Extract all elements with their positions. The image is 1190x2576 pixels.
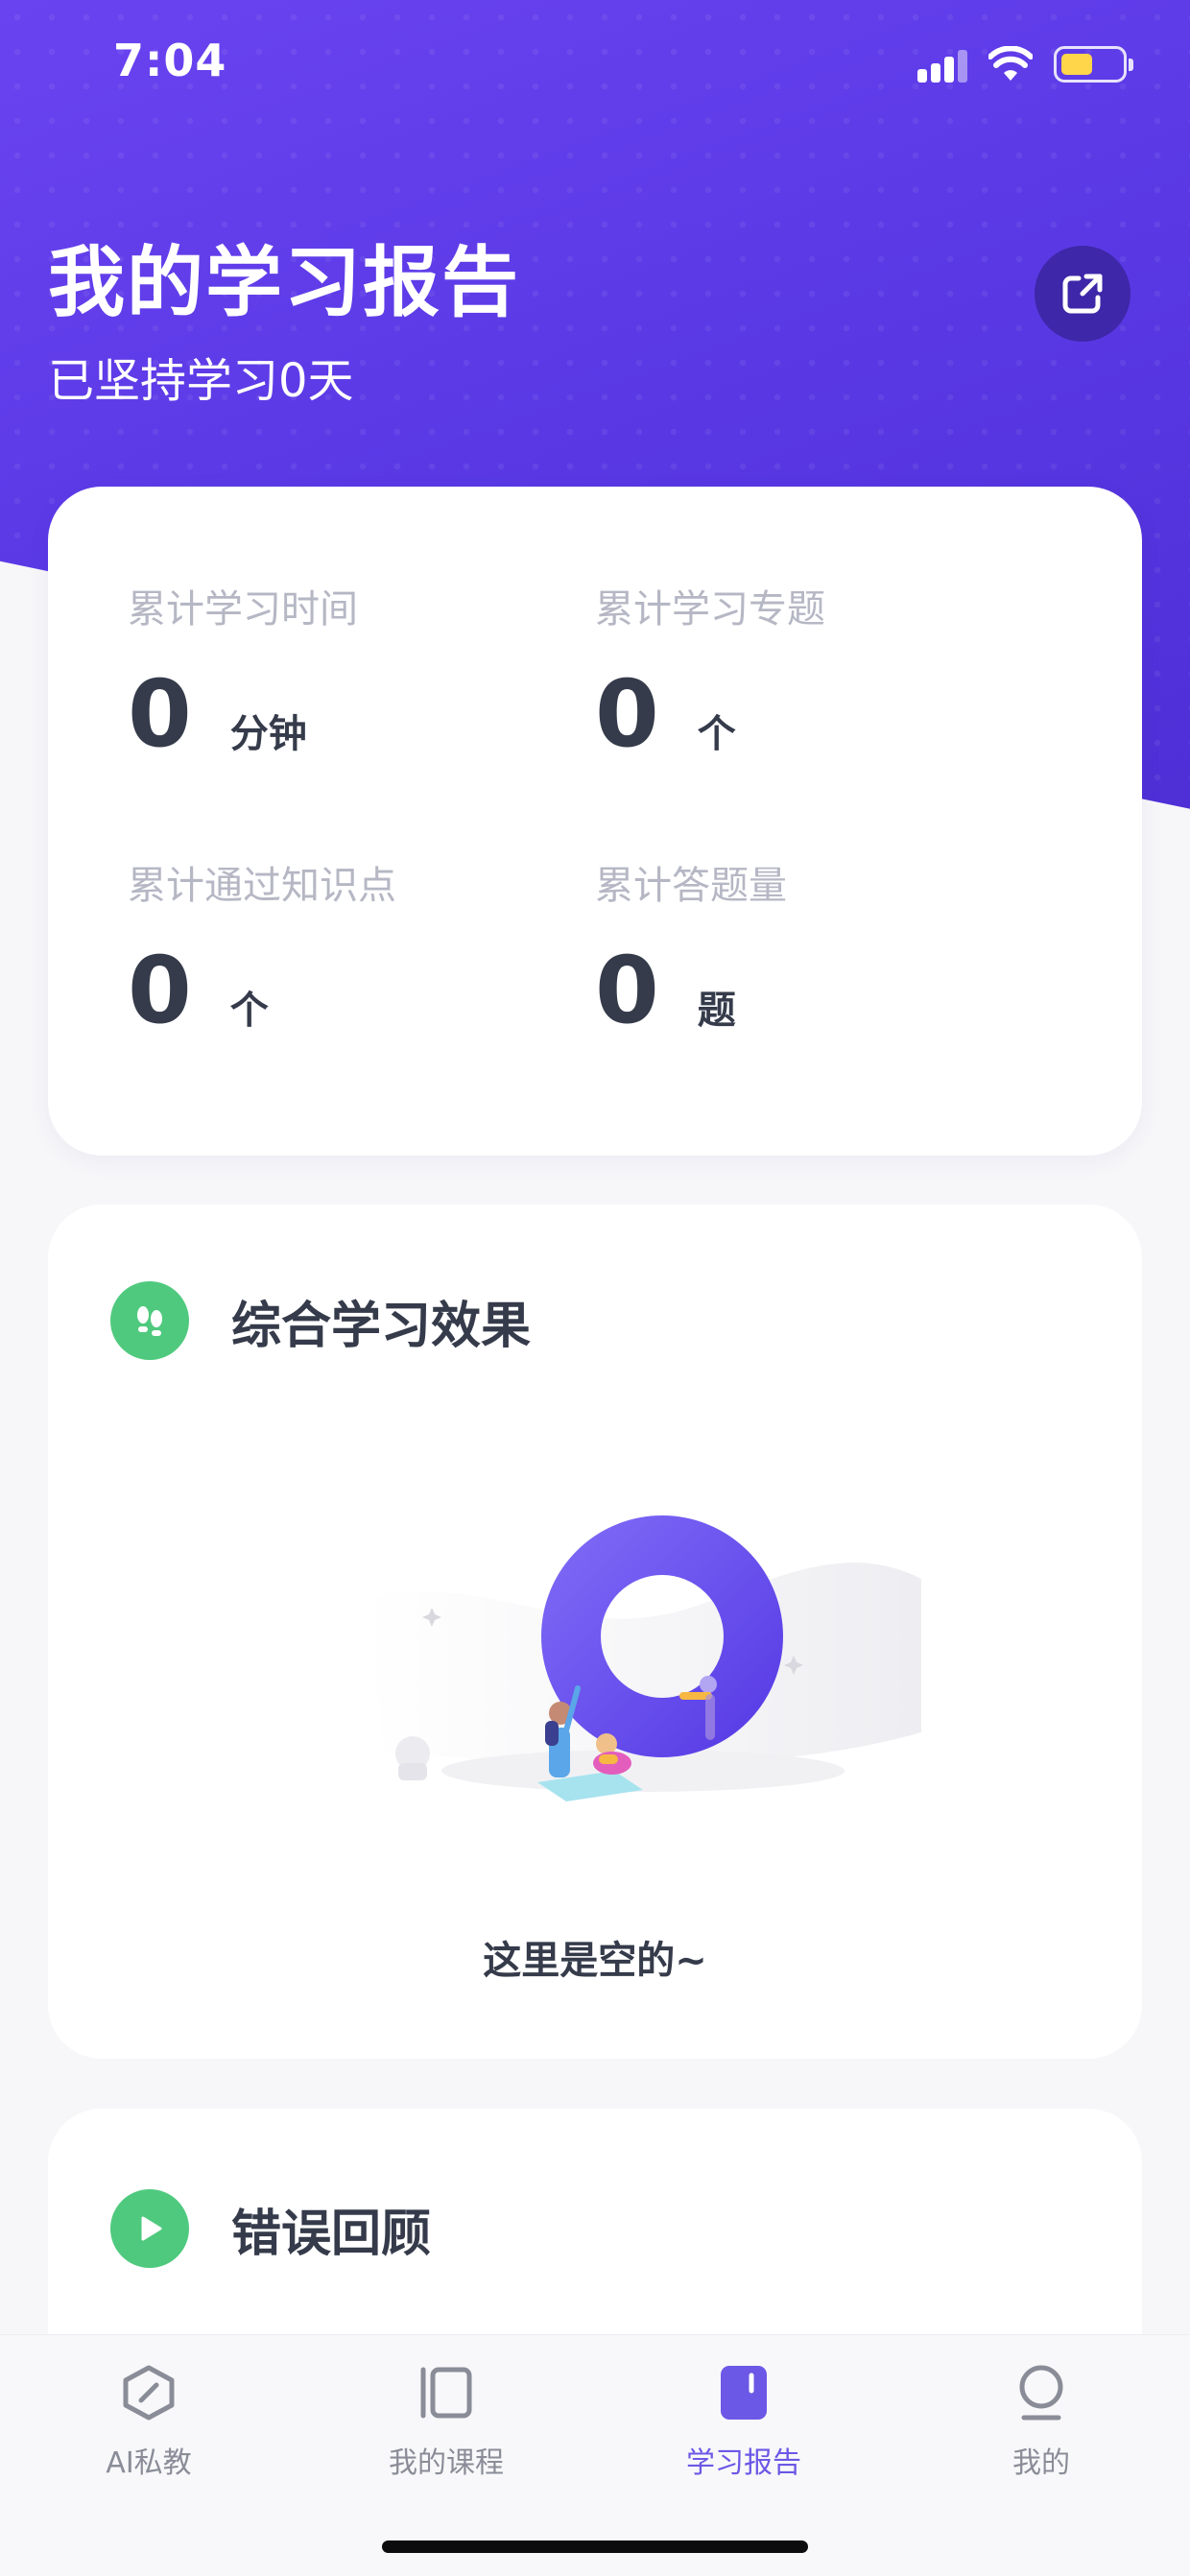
section-title: 错误回顾: [231, 2205, 432, 2263]
stat-unit: 个: [229, 989, 269, 1033]
section-title: 综合学习效果: [231, 1297, 532, 1355]
status-bar: 7:04: [0, 0, 1190, 134]
stat-label: 累计通过知识点: [128, 864, 396, 908]
courses-icon: [420, 2367, 472, 2419]
battery-icon: [1054, 46, 1133, 83]
cellular-signal-icon: [917, 50, 969, 83]
report-icon: [721, 2366, 767, 2420]
learning-effect-header: 综合学习效果: [110, 1281, 531, 1360]
wifi-icon: [988, 46, 1033, 81]
profile-icon: [1019, 2365, 1063, 2421]
stat-label: 累计学习专题: [595, 587, 825, 632]
empty-state-illustration: [365, 1515, 921, 1801]
stat-value: 0: [595, 660, 659, 768]
error-review-header: 错误回顾: [110, 2189, 431, 2268]
stat-value: 0: [595, 937, 659, 1044]
tab-my-courses[interactable]: 我的课程: [350, 2362, 542, 2481]
stat-label: 累计答题量: [595, 864, 787, 908]
stat-questions-answered: 累计答题量 0 题: [595, 854, 1056, 1037]
ai-tutor-icon: [123, 2365, 175, 2421]
footprints-icon: [110, 1281, 189, 1360]
status-time: 7:04: [113, 35, 227, 86]
stat-value: 0: [128, 660, 192, 768]
tab-label: AI私教: [106, 2446, 192, 2480]
stat-unit: 分钟: [229, 712, 307, 756]
stat-value: 0: [128, 937, 192, 1044]
tab-profile[interactable]: 我的: [945, 2362, 1137, 2481]
tab-label: 我的: [1012, 2446, 1070, 2480]
tab-study-report[interactable]: 学习报告: [648, 2362, 840, 2481]
study-streak-text: 已坚持学习0天: [48, 354, 354, 408]
stat-study-topics: 累计学习专题 0 个: [595, 578, 1056, 760]
tab-label: 学习报告: [686, 2446, 801, 2480]
stat-unit: 个: [697, 712, 736, 756]
tab-label: 我的课程: [389, 2446, 504, 2480]
stat-label: 累计学习时间: [128, 587, 358, 632]
tab-ai-tutor[interactable]: AI私教: [53, 2362, 245, 2481]
stat-unit: 题: [697, 989, 736, 1033]
share-button[interactable]: [1035, 246, 1130, 342]
home-indicator[interactable]: [382, 2540, 808, 2553]
empty-state-text: 这里是空的~: [483, 1939, 707, 1983]
stats-card: 累计学习时间 0 分钟 累计学习专题 0 个 累计通过知识点 0 个 累计答题量…: [48, 487, 1142, 1156]
stat-knowledge-points: 累计通过知识点 0 个: [128, 854, 588, 1037]
share-icon: [1062, 274, 1103, 314]
stat-study-time: 累计学习时间 0 分钟: [128, 578, 588, 760]
page-title: 我的学习报告: [48, 238, 520, 327]
learning-effect-card: 综合学习效果 这里是空的~: [48, 1205, 1142, 2059]
play-icon: [110, 2189, 189, 2268]
